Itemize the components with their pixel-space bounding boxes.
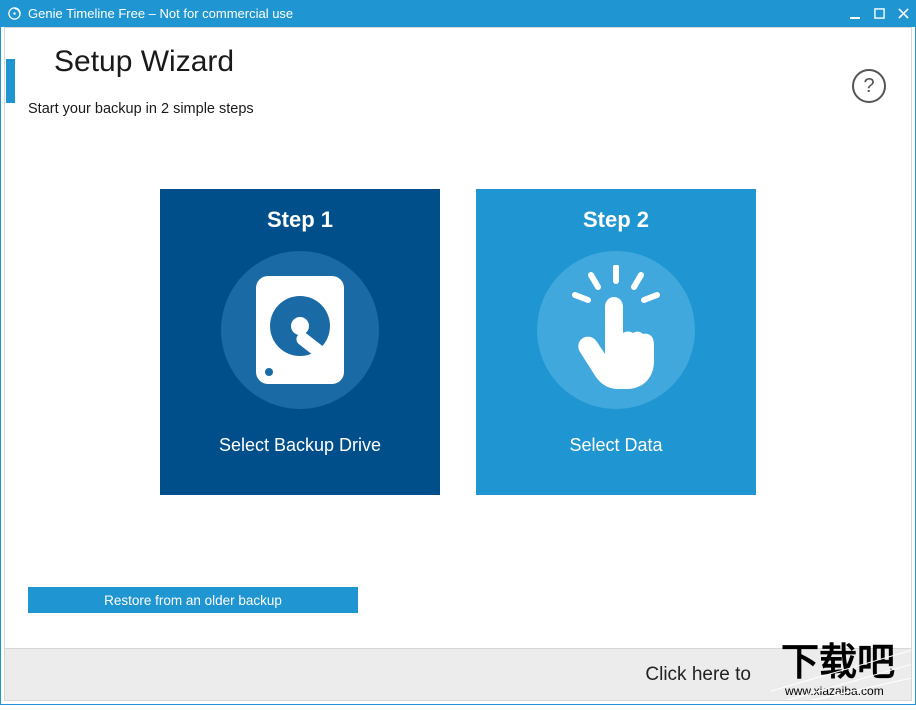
footer-bar: Click here to	[5, 648, 911, 700]
header-accent-bar	[6, 59, 15, 103]
app-logo-icon	[6, 6, 22, 22]
close-button[interactable]	[896, 7, 910, 21]
footer-hint-text[interactable]: Click here to	[645, 664, 751, 686]
step-2-card[interactable]: Step 2 Select Data	[476, 189, 756, 495]
titlebar: Genie Timeline Free – Not for commercial…	[0, 0, 916, 27]
window-controls	[848, 7, 910, 21]
window-title: Genie Timeline Free – Not for commercial…	[28, 6, 848, 21]
steps-container: Step 1 Select Backup Drive Step 2	[0, 189, 916, 495]
select-hand-icon	[537, 251, 695, 409]
step-1-title: Step 1	[267, 207, 333, 233]
drive-icon	[221, 251, 379, 409]
step-2-label: Select Data	[569, 435, 662, 456]
restore-from-older-backup-button[interactable]: Restore from an older backup	[28, 587, 358, 613]
help-button[interactable]: ?	[852, 69, 886, 103]
step-2-title: Step 2	[583, 207, 649, 233]
step-1-card[interactable]: Step 1 Select Backup Drive	[160, 189, 440, 495]
content-area: Setup Wizard Start your backup in 2 simp…	[0, 27, 916, 647]
page-title: Setup Wizard	[54, 45, 916, 79]
page-subtitle: Start your backup in 2 simple steps	[28, 101, 916, 117]
step-1-label: Select Backup Drive	[219, 435, 381, 456]
maximize-button[interactable]	[872, 7, 886, 21]
minimize-button[interactable]	[848, 7, 862, 21]
